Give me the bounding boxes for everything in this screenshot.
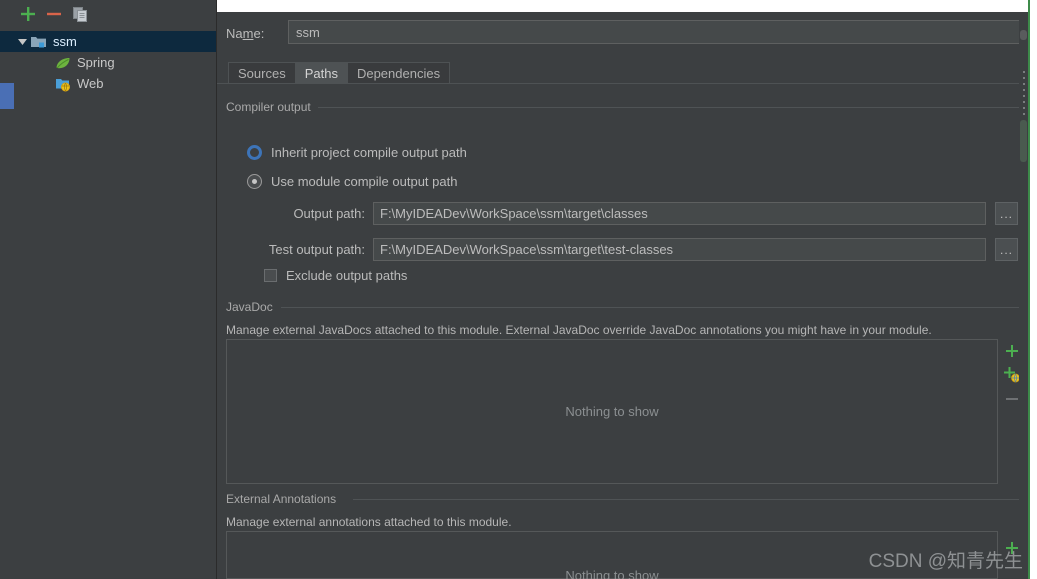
radio-inherit-project-output[interactable]: Inherit project compile output path (247, 145, 467, 160)
paths-tabs[interactable]: Sources Paths Dependencies (228, 60, 451, 84)
external-annotations-title: External Annotations (226, 492, 343, 506)
group-divider (318, 107, 1021, 108)
javadoc-list[interactable]: Nothing to show (226, 339, 998, 484)
spring-leaf-icon (54, 55, 72, 71)
splitter-handle[interactable] (1020, 70, 1027, 116)
content-scrollbar-thumb-secondary[interactable] (1020, 120, 1027, 162)
copy-module-button[interactable] (69, 4, 91, 24)
exclude-output-paths-checkbox[interactable]: Exclude output paths (264, 268, 407, 283)
javadoc-title: JavaDoc (226, 300, 279, 314)
test-output-path-label: Test output path: (268, 242, 365, 257)
radio-label: Inherit project compile output path (271, 145, 467, 160)
tree-item-ssm[interactable]: ssm (0, 31, 216, 52)
modules-toolbar (0, 0, 216, 28)
radio-label: Use module compile output path (271, 174, 458, 189)
content-scrollbar-thumb[interactable] (1020, 30, 1027, 40)
external-annotations-description: Manage external annotations attached to … (226, 515, 512, 529)
page-edge-right (1029, 0, 1037, 579)
module-name-label: Name: (226, 25, 265, 41)
group-divider (353, 499, 1021, 500)
content-scrollbar-track[interactable] (1019, 12, 1028, 579)
modules-tree-panel: ssm Spring Web (0, 0, 217, 579)
group-divider (281, 307, 1021, 308)
output-path-browse-button[interactable]: ... (995, 202, 1018, 225)
radio-icon-unselected[interactable] (247, 145, 262, 160)
external-annotations-empty-text: Nothing to show (565, 568, 659, 579)
remove-module-button[interactable] (43, 4, 65, 24)
tree-item-spring[interactable]: Spring (0, 52, 216, 73)
left-edge-marker (0, 83, 14, 109)
output-path-label: Output path: (293, 206, 365, 221)
tab-paths[interactable]: Paths (294, 62, 347, 84)
test-output-path-browse-button[interactable]: ... (995, 238, 1018, 261)
tree-item-label: Web (77, 76, 104, 91)
module-folder-icon (30, 34, 48, 50)
checkbox-label: Exclude output paths (286, 268, 408, 283)
module-name-input[interactable]: ssm (288, 20, 1026, 44)
modules-tree[interactable]: ssm Spring Web (0, 28, 216, 579)
page-accent-rule (1028, 0, 1030, 579)
module-paths-panel: Name: ssm Sources Paths Dependencies Com… (217, 12, 1028, 579)
tree-item-label: ssm (53, 34, 77, 49)
tab-sources[interactable]: Sources (228, 62, 295, 84)
test-output-path-input[interactable]: F:\MyIDEADev\WorkSpace\ssm\target\test-c… (373, 238, 986, 261)
tree-item-web[interactable]: Web (0, 73, 216, 94)
output-path-input[interactable]: F:\MyIDEADev\WorkSpace\ssm\target\classe… (373, 202, 986, 225)
radio-icon-selected[interactable] (247, 174, 262, 189)
javadoc-empty-text: Nothing to show (565, 404, 659, 419)
tabs-underline (217, 83, 1028, 84)
web-folder-icon (54, 76, 72, 92)
csdn-watermark: CSDN @知青先生 (868, 551, 1023, 572)
checkbox-icon[interactable] (264, 269, 277, 282)
add-module-button[interactable] (17, 4, 39, 24)
tree-item-label: Spring (77, 55, 115, 70)
javadoc-description: Manage external JavaDocs attached to thi… (226, 323, 932, 337)
module-settings-dialog: ssm Spring Web Name: ssm Sources Paths D… (0, 0, 1037, 579)
test-output-path-row: Test output path: F:\MyIDEADev\WorkSpace… (247, 238, 1021, 261)
radio-use-module-output[interactable]: Use module compile output path (247, 174, 457, 189)
compiler-output-group: Compiler output (226, 100, 1021, 290)
compiler-output-title: Compiler output (226, 100, 317, 114)
chevron-down-icon[interactable] (14, 37, 30, 46)
output-path-row: Output path: F:\MyIDEADev\WorkSpace\ssm\… (247, 202, 1021, 225)
tab-dependencies[interactable]: Dependencies (346, 62, 451, 84)
